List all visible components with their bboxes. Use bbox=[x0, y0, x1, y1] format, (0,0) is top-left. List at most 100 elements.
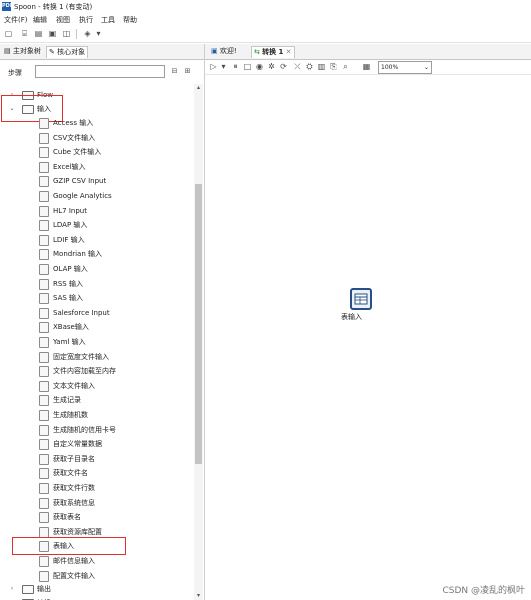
save-as-icon[interactable]: ◫ bbox=[62, 29, 71, 38]
tree-step-item[interactable]: SAS 输入 bbox=[0, 291, 190, 305]
tab-welcome-label: 欢迎! bbox=[219, 47, 237, 55]
menu-run[interactable]: 执行 bbox=[79, 15, 93, 25]
scroll-down-icon[interactable]: ▾ bbox=[194, 592, 203, 600]
menu-edit[interactable]: 编辑 bbox=[33, 15, 47, 25]
tab-core-objects[interactable]: ✎ 核心对象 bbox=[46, 46, 89, 58]
tree-step-item[interactable]: GZIP CSV Input bbox=[0, 174, 190, 188]
menu-view[interactable]: 视图 bbox=[56, 15, 70, 25]
constant-step-icon bbox=[39, 439, 49, 451]
tree-step-item[interactable]: Cube 文件输入 bbox=[0, 145, 190, 159]
tree-step-label: 生成记录 bbox=[53, 396, 81, 405]
replay-icon[interactable]: ⟳ bbox=[279, 62, 288, 71]
explore-repo-icon[interactable]: ▤ bbox=[34, 29, 43, 38]
tree-step-item[interactable]: XBase输入 bbox=[0, 320, 190, 334]
tree-step-label: 获取子目录名 bbox=[53, 454, 95, 463]
save-icon[interactable]: ▣ bbox=[48, 29, 57, 38]
grid-icon[interactable]: ▦ bbox=[362, 62, 371, 71]
file-rows-step-icon bbox=[39, 483, 49, 494]
tree-step-item[interactable]: 获取表名 bbox=[0, 510, 190, 524]
tree-step-item[interactable]: 获取文件名 bbox=[0, 466, 190, 480]
tree-step-label: 生成随机的信用卡号 bbox=[53, 425, 116, 434]
close-icon[interactable]: ✕ bbox=[283, 48, 292, 56]
results-icon[interactable]: ⌕ bbox=[341, 62, 350, 71]
tree-step-item[interactable]: 文本文件输入 bbox=[0, 379, 190, 393]
mondrian-step-icon bbox=[39, 249, 49, 261]
collapse-all-icon[interactable]: ⊟ bbox=[170, 67, 179, 76]
toolbar-separator bbox=[76, 29, 77, 39]
menu-bar: 文件(F) 编辑 视图 执行 工具 帮助 bbox=[0, 13, 531, 25]
tree-step-item[interactable]: Mondrian 输入 bbox=[0, 247, 190, 261]
tree-step-item[interactable]: CSV文件输入 bbox=[0, 131, 190, 145]
tab-transform[interactable]: ⇆ 转换 1 ✕ bbox=[251, 46, 295, 58]
run-icon[interactable]: ▷ bbox=[209, 62, 218, 71]
tab-main-tree[interactable]: ▤ 主对象树 bbox=[2, 46, 43, 57]
tree-step-item[interactable]: LDAP 输入 bbox=[0, 218, 190, 232]
chevron-down-icon[interactable]: ▾ bbox=[219, 62, 228, 71]
verify-icon[interactable]: ⤫ bbox=[293, 62, 302, 71]
left-panel-tabs: ▤ 主对象树 ✎ 核心对象 bbox=[0, 44, 204, 60]
tree-step-label: 文本文件输入 bbox=[53, 381, 95, 390]
tree-step-item[interactable]: 生成记录 bbox=[0, 393, 190, 407]
tree-step-item[interactable]: OLAP 输入 bbox=[0, 262, 190, 276]
impact-icon[interactable]: ⛭ bbox=[305, 62, 314, 71]
table-input-step-icon[interactable] bbox=[350, 288, 372, 310]
scroll-thumb[interactable] bbox=[195, 184, 202, 464]
expand-all-icon[interactable]: ⊞ bbox=[183, 67, 192, 76]
sql-icon[interactable]: ▥ bbox=[317, 62, 326, 71]
tree-folder-output[interactable]: › 输出 bbox=[0, 582, 190, 596]
menu-file[interactable]: 文件(F) bbox=[4, 15, 28, 25]
tree-step-item[interactable]: Yaml 输入 bbox=[0, 335, 190, 349]
debug-icon[interactable]: ✲ bbox=[267, 62, 276, 71]
tree-step-item[interactable]: 获取子目录名 bbox=[0, 452, 190, 466]
ldif-step-icon bbox=[39, 234, 49, 246]
stop-icon[interactable]: □ bbox=[243, 62, 252, 71]
open-file-icon[interactable]: ⌸ bbox=[20, 29, 29, 38]
tree-step-item[interactable]: Salesforce Input bbox=[0, 306, 190, 320]
layers-icon[interactable]: ◈ bbox=[83, 29, 92, 38]
chevron-down-icon[interactable]: ▾ bbox=[94, 29, 103, 38]
steps-search-input[interactable] bbox=[35, 65, 165, 78]
tree-step-item[interactable]: LDIF 输入 bbox=[0, 233, 190, 247]
fixed-step-icon bbox=[39, 351, 49, 363]
new-file-icon[interactable]: ▢ bbox=[4, 29, 13, 38]
explore-db-icon[interactable]: ⎘ bbox=[329, 62, 338, 71]
steps-search-row: 步骤 ⊟ ⊞ bbox=[0, 64, 204, 80]
menu-tools[interactable]: 工具 bbox=[101, 15, 115, 25]
tree-step-item[interactable]: RSS 输入 bbox=[0, 277, 190, 291]
tree-step-item[interactable]: Access 输入 bbox=[0, 116, 190, 130]
tree-step-item[interactable]: 文件内容加载至内存 bbox=[0, 364, 190, 378]
tree-step-item[interactable]: 获取文件行数 bbox=[0, 481, 190, 495]
preview-icon[interactable]: ◉ bbox=[255, 62, 264, 71]
generate-rows-step-icon bbox=[39, 395, 49, 407]
tree-folder-label: 输出 bbox=[37, 585, 51, 593]
steps-label: 步骤 bbox=[8, 69, 22, 77]
tree-step-item[interactable]: 生成随机的信用卡号 bbox=[0, 423, 190, 437]
table-input-step-label[interactable]: 表输入 bbox=[341, 312, 362, 322]
tree-step-label: 固定宽度文件输入 bbox=[53, 352, 109, 361]
tree-scrollbar[interactable]: ▴ ▾ bbox=[194, 84, 203, 600]
tree-step-item[interactable]: HL7 Input bbox=[0, 204, 190, 218]
tree-step-label: LDAP 输入 bbox=[53, 221, 88, 230]
tree-step-item[interactable]: 配置文件输入 bbox=[0, 569, 190, 583]
zoom-select[interactable]: 100% ⌄ bbox=[378, 61, 432, 74]
tree-step-label: XBase输入 bbox=[53, 323, 89, 332]
tree-folder-transform[interactable]: › 转换 bbox=[0, 596, 190, 600]
tree-step-item[interactable]: 固定宽度文件输入 bbox=[0, 350, 190, 364]
tree-step-label: Excel输入 bbox=[53, 162, 86, 171]
tree-step-item[interactable]: 邮件信息输入 bbox=[0, 554, 190, 568]
chevron-right-icon[interactable]: › bbox=[9, 582, 15, 596]
tree-step-item[interactable]: 获取系统信息 bbox=[0, 496, 190, 510]
tab-welcome[interactable]: ▣ 欢迎! bbox=[209, 46, 239, 57]
scroll-up-icon[interactable]: ▴ bbox=[194, 84, 203, 92]
tree-step-item[interactable]: Google Analytics bbox=[0, 189, 190, 203]
tree-step-item[interactable]: Excel输入 bbox=[0, 160, 190, 174]
menu-help[interactable]: 帮助 bbox=[123, 15, 137, 25]
tree-step-label: HL7 Input bbox=[53, 206, 87, 215]
chevron-right-icon[interactable]: › bbox=[9, 596, 15, 600]
pause-icon[interactable]: ⏸ bbox=[231, 62, 240, 71]
tree-step-item[interactable]: 自定义常量数据 bbox=[0, 437, 190, 451]
system-info-step-icon bbox=[39, 497, 49, 509]
transformation-canvas[interactable]: 表输入 bbox=[205, 75, 531, 600]
tree-step-item[interactable]: 生成随机数 bbox=[0, 408, 190, 422]
tree-step-label: Google Analytics bbox=[53, 192, 112, 200]
